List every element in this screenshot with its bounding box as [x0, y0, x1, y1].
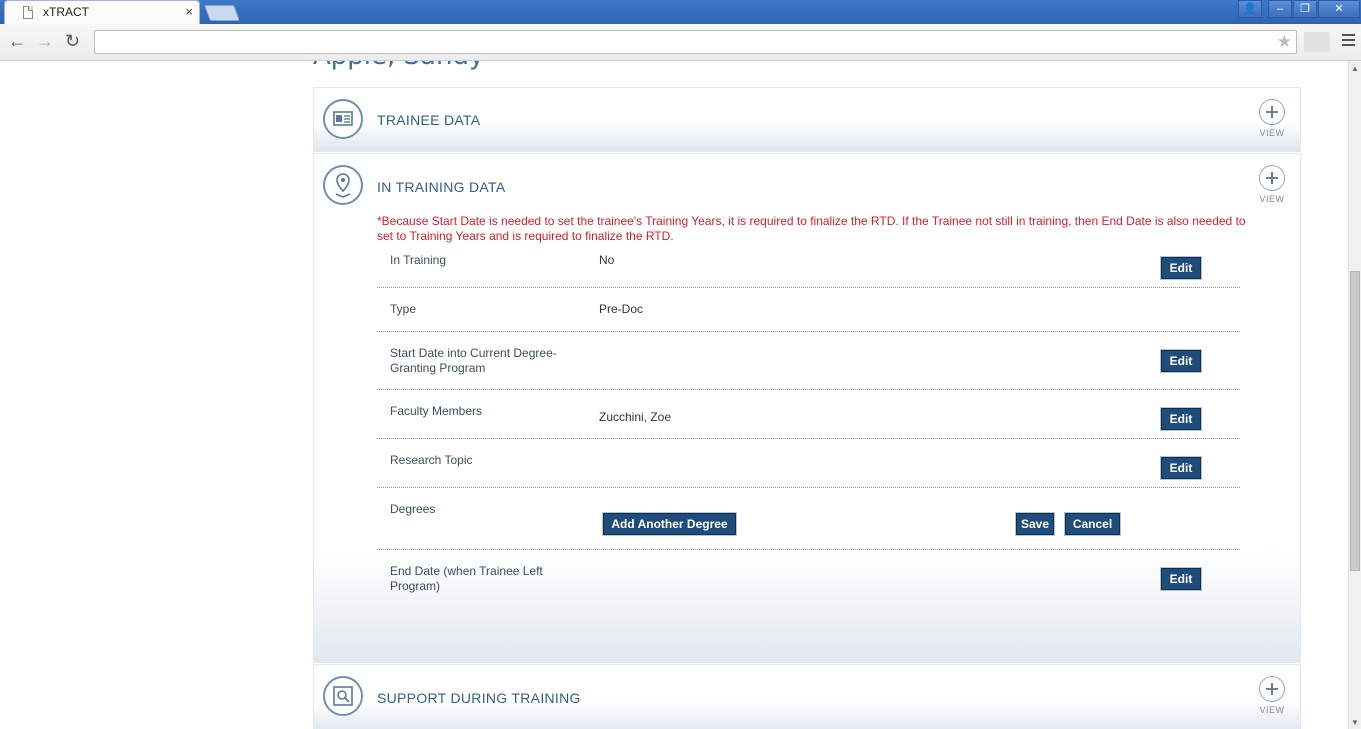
map-pin-icon [323, 165, 363, 205]
restore-button[interactable]: ❐ [1293, 0, 1317, 18]
close-window-button[interactable]: ✕ [1318, 0, 1360, 18]
forward-arrow-icon[interactable]: → [36, 31, 54, 52]
address-bar[interactable]: ★ [94, 30, 1297, 54]
window-titlebar: xTRACT × 👤 – ❐ ✕ [0, 0, 1361, 24]
bookmark-star-icon[interactable]: ★ [1277, 32, 1292, 52]
row-start-date: Start Date into Current Degree-Granting … [377, 346, 1240, 390]
in-training-view-button[interactable]: VIEW [1258, 165, 1286, 204]
new-tab-button[interactable] [204, 5, 240, 21]
scrollbar-thumb[interactable] [1350, 271, 1360, 571]
document-icon [23, 6, 33, 19]
menu-icon[interactable] [1342, 34, 1355, 49]
row-type: Type Pre-Doc [377, 302, 1240, 332]
view-label: VIEW [1259, 705, 1285, 715]
plus-icon [1259, 165, 1285, 191]
support-during-training-panel: SUPPORT DURING TRAINING VIEW [313, 664, 1301, 729]
in-training-label: In Training [390, 253, 447, 267]
trainee-data-panel: TRAINEE DATA VIEW [313, 87, 1301, 152]
research-topic-label: Research Topic [390, 453, 473, 467]
start-date-label: Start Date into Current Degree-Granting … [390, 346, 557, 375]
cancel-button[interactable]: Cancel [1065, 513, 1120, 535]
user-profile-button[interactable]: 👤 [1238, 0, 1262, 18]
back-arrow-icon[interactable]: ← [8, 31, 26, 52]
row-research-topic: Research Topic Edit [377, 453, 1240, 488]
end-date-label: End Date (when Trainee Left Program) [390, 564, 543, 593]
trainee-view-button[interactable]: VIEW [1258, 99, 1286, 138]
reload-icon[interactable]: ↻ [65, 31, 80, 52]
extension-button[interactable] [1304, 32, 1330, 52]
save-button[interactable]: Save [1016, 513, 1054, 535]
in-training-data-title: IN TRAINING DATA [377, 179, 506, 195]
row-faculty-members: Faculty Members Zucchini, Zoe Edit [377, 404, 1240, 439]
support-during-training-title: SUPPORT DURING TRAINING [377, 690, 581, 706]
type-value: Pre-Doc [599, 302, 644, 316]
browser-toolbar: ← → ↻ ★ [0, 24, 1361, 61]
scroll-down-icon[interactable]: ▼ [1351, 718, 1359, 727]
edit-research-topic-button[interactable]: Edit [1161, 457, 1201, 479]
magnifier-icon [323, 676, 363, 716]
view-label: VIEW [1259, 128, 1285, 138]
minimize-button[interactable]: – [1268, 0, 1292, 18]
plus-icon [1259, 99, 1285, 125]
faculty-members-value: Zucchini, Zoe [599, 410, 672, 424]
browser-tab[interactable]: xTRACT × [4, 0, 200, 24]
add-another-degree-button[interactable]: Add Another Degree [603, 513, 736, 535]
scroll-up-icon[interactable]: ▲ [1351, 64, 1359, 73]
row-in-training: In Training No Edit [377, 253, 1240, 288]
edit-end-date-button[interactable]: Edit [1161, 568, 1201, 590]
edit-in-training-button[interactable]: Edit [1161, 257, 1201, 279]
support-view-button[interactable]: VIEW [1258, 676, 1286, 715]
page-content: Apple, Sandy TRAINEE DATA VIEW I [6, 61, 1348, 729]
faculty-members-label: Faculty Members [390, 404, 483, 418]
trainee-data-title: TRAINEE DATA [377, 112, 481, 128]
row-end-date: End Date (when Trainee Left Program) Edi… [377, 564, 1240, 604]
view-label: VIEW [1259, 194, 1285, 204]
person-name: Apple, Sandy [313, 61, 484, 71]
edit-start-date-button[interactable]: Edit [1161, 350, 1201, 372]
degrees-label: Degrees [390, 502, 436, 516]
vertical-scrollbar[interactable]: ▲ ▼ [1348, 61, 1361, 729]
row-degrees: Degrees Add Another Degree Save Cancel [377, 502, 1240, 550]
required-warning: *Because Start Date is needed to set the… [377, 214, 1246, 243]
edit-faculty-members-button[interactable]: Edit [1161, 408, 1201, 430]
tab-title: xTRACT [43, 5, 89, 19]
in-training-value: No [599, 253, 615, 267]
id-card-icon [323, 99, 363, 139]
type-label: Type [390, 302, 417, 316]
tab-close-icon[interactable]: × [185, 4, 193, 19]
plus-icon [1259, 676, 1285, 702]
